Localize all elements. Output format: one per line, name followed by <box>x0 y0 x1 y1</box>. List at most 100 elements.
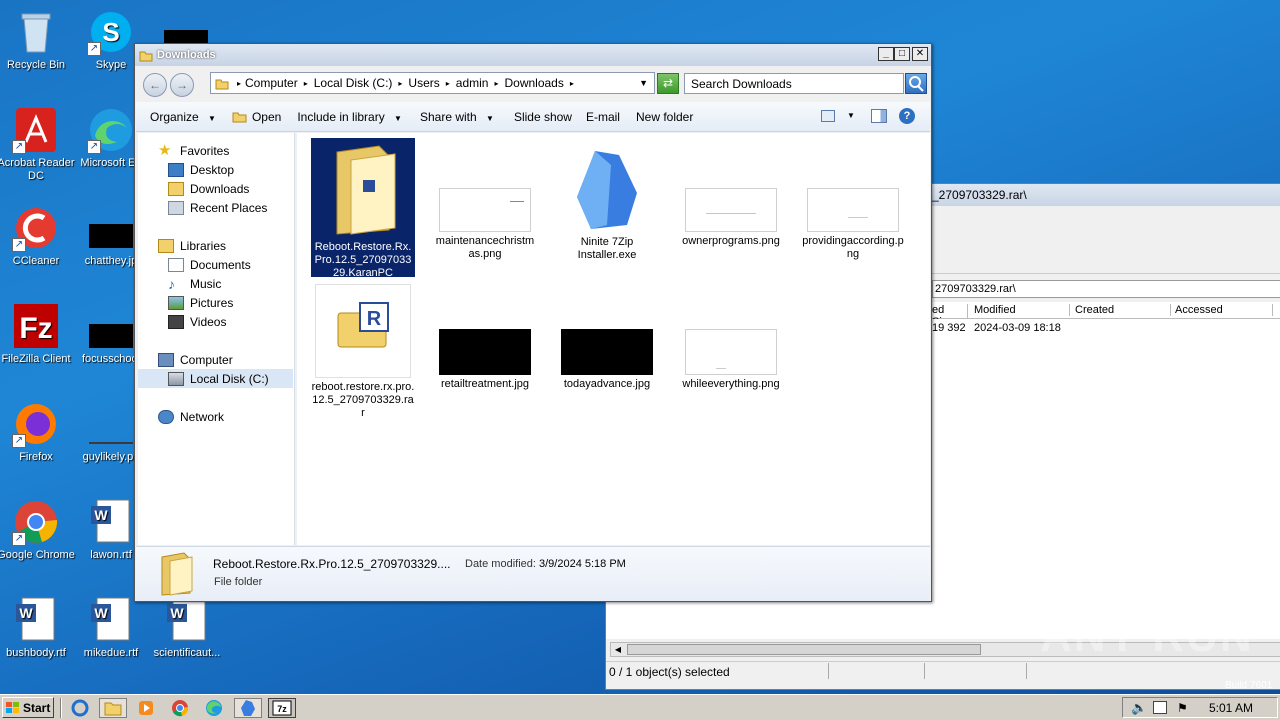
file-item-png[interactable]: providingaccording.png <box>801 188 905 261</box>
help-icon[interactable]: ? <box>899 108 915 124</box>
open-button[interactable]: Open <box>232 110 281 124</box>
taskbar-chrome-icon[interactable] <box>166 698 194 718</box>
address-bar[interactable]: ▸ Computer ▸ Local Disk (C:) ▸ Users ▸ a… <box>210 72 655 94</box>
clock[interactable]: 5:01 AM <box>1209 701 1253 715</box>
file-item-png[interactable]: maintenancechristmas.png <box>433 188 537 261</box>
desktop-icon-mikedue[interactable]: W mikedue.rtf <box>72 596 150 660</box>
chevron-down-icon: ▼ <box>486 113 494 123</box>
preview-pane-icon[interactable] <box>871 109 887 123</box>
taskbar-media-player-icon[interactable] <box>132 698 160 718</box>
breadcrumb-local-disk[interactable]: Local Disk (C:) <box>314 76 393 90</box>
nav-local-disk[interactable]: Local Disk (C:) <box>138 369 293 388</box>
shortcut-arrow-icon: ↗ <box>12 434 26 448</box>
nav-desktop[interactable]: Desktop <box>168 160 234 179</box>
desktop-icon-label: Google Chrome <box>0 549 75 561</box>
address-dropdown-icon[interactable]: ▼ <box>639 78 648 88</box>
start-button[interactable]: Start <box>2 697 54 718</box>
desktop-icon-filezilla[interactable]: Fz FileZilla Client <box>0 302 75 366</box>
search-input[interactable]: Search Downloads <box>684 73 904 94</box>
taskbar-ie-icon[interactable] <box>66 698 94 718</box>
nav-downloads[interactable]: Downloads <box>168 179 249 198</box>
maximize-button[interactable]: □ <box>894 47 910 61</box>
breadcrumb-computer[interactable]: Computer <box>245 76 298 90</box>
file-item-jpg[interactable]: todayadvance.jpg <box>555 329 659 391</box>
new-folder-button[interactable]: New folder <box>636 110 693 124</box>
file-item-folder[interactable]: Reboot.Restore.Rx.Pro.12.5_2709703329.Ka… <box>311 138 415 279</box>
desktop-icon-chrome[interactable]: ↗ Google Chrome <box>0 498 75 562</box>
scroll-left-arrow-icon[interactable]: ◀ <box>611 643 625 656</box>
chevron-down-icon[interactable]: ▼ <box>847 111 855 120</box>
shortcut-arrow-icon: ↗ <box>12 532 26 546</box>
nav-videos[interactable]: Videos <box>168 312 226 331</box>
details-date-value: 3/9/2024 5:18 PM <box>539 558 626 570</box>
explorer-titlebar[interactable]: Downloads <box>135 44 931 66</box>
search-icon[interactable] <box>905 73 927 94</box>
action-center-icon[interactable]: ⚑ <box>1177 701 1188 715</box>
include-in-library-button[interactable]: Include in library ▼ <box>297 110 402 124</box>
status-divider <box>924 663 925 679</box>
nav-documents[interactable]: Documents <box>168 255 251 274</box>
scroll-thumb[interactable] <box>627 644 981 655</box>
taskbar-edge-icon[interactable] <box>200 698 228 718</box>
refresh-button[interactable]: ⇄ <box>657 73 679 94</box>
desktop-icon-label: CCleaner <box>12 255 60 267</box>
nav-libraries[interactable]: Libraries <box>158 236 226 255</box>
nav-label: Downloads <box>190 181 250 196</box>
folder-icon <box>139 51 153 61</box>
chevron-right-icon: ▸ <box>445 78 450 88</box>
nav-network[interactable]: Network <box>158 407 224 426</box>
folder-icon <box>161 552 193 596</box>
file-item-png[interactable]: ownerprograms.png <box>679 188 783 248</box>
network-tray-icon[interactable] <box>1153 701 1167 714</box>
folder-icon <box>336 145 396 235</box>
nav-pictures[interactable]: Pictures <box>168 293 233 312</box>
desktop-icon-recycle-bin[interactable]: Recycle Bin <box>0 8 75 72</box>
email-button[interactable]: E-mail <box>586 110 620 124</box>
command-bar: Organize ▼ Open Include in library ▼ Sha… <box>136 102 930 132</box>
explorer-window[interactable]: Downloads _ □ ✕ ← → ▸ Computer ▸ Local D… <box>134 43 932 602</box>
breadcrumb-downloads[interactable]: Downloads <box>504 76 563 90</box>
view-options-icon[interactable] <box>821 110 835 122</box>
libraries-icon <box>158 238 174 253</box>
file-item-rar[interactable]: R reboot.restore.rx.pro.12.5_2709703329.… <box>311 284 415 420</box>
sevenzip-address[interactable]: 2709703329.rar\ <box>932 280 1280 298</box>
taskbar-ninite-icon[interactable] <box>234 698 262 718</box>
file-list[interactable]: Reboot.Restore.Rx.Pro.12.5_2709703329.Ka… <box>297 133 930 545</box>
organize-button[interactable]: Organize ▼ <box>150 110 216 124</box>
desktop-icon-firefox[interactable]: ↗ Firefox <box>0 400 75 464</box>
nav-favorites[interactable]: ★ Favorites <box>158 141 229 160</box>
taskbar-explorer-icon[interactable] <box>99 698 127 718</box>
file-item-exe[interactable]: Ninite 7Zip Installer.exe <box>555 145 659 262</box>
file-item-jpg[interactable]: retailtreatment.jpg <box>433 329 537 391</box>
navigation-pane[interactable]: ★ Favorites Desktop Downloads Recent Plac… <box>138 133 295 545</box>
minimize-button[interactable]: _ <box>878 47 894 61</box>
breadcrumb-users[interactable]: Users <box>408 76 439 90</box>
nav-recent-places[interactable]: Recent Places <box>168 198 267 217</box>
nav-label: Videos <box>190 314 227 329</box>
image-thumbnail <box>685 188 777 232</box>
taskbar-7zip-icon[interactable]: 7z <box>268 698 296 718</box>
desktop-icon-scientificaut[interactable]: W scientificaut... <box>148 596 226 660</box>
breadcrumb-admin[interactable]: admin <box>456 76 489 90</box>
nav-computer[interactable]: Computer <box>158 350 233 369</box>
file-label: todayadvance.jpg <box>563 378 651 390</box>
pictures-icon <box>168 295 184 310</box>
desktop-icon-label: mikedue.rtf <box>83 647 139 659</box>
sevenzip-header: ed Size Modified Created Accessed <box>932 302 1280 328</box>
column-created[interactable]: Created <box>1075 304 1171 316</box>
desktop-icon-ccleaner[interactable]: ↗ CCleaner <box>0 204 75 268</box>
file-item-png[interactable]: whileeverything.png <box>679 329 783 391</box>
desktop-icon-bushbody[interactable]: W bushbody.rtf <box>0 596 75 660</box>
desktop-icon-acrobat[interactable]: ↗ Acrobat Reader DC <box>0 106 75 183</box>
column-accessed[interactable]: Accessed <box>1175 304 1273 316</box>
close-button[interactable]: ✕ <box>912 47 928 61</box>
slide-show-button[interactable]: Slide show <box>514 110 572 124</box>
skype-icon: S ↗ <box>87 8 135 56</box>
forward-button[interactable]: → <box>170 73 194 97</box>
column-modified[interactable]: Modified <box>974 304 1070 316</box>
back-button[interactable]: ← <box>143 73 167 97</box>
nav-music[interactable]: ♪ Music <box>168 274 221 293</box>
sevenzip-list[interactable]: 19 392 2024-03-09 18:18 <box>932 319 1280 639</box>
volume-icon[interactable]: 🔈 <box>1131 700 1147 716</box>
share-with-button[interactable]: Share with ▼ <box>420 110 494 124</box>
